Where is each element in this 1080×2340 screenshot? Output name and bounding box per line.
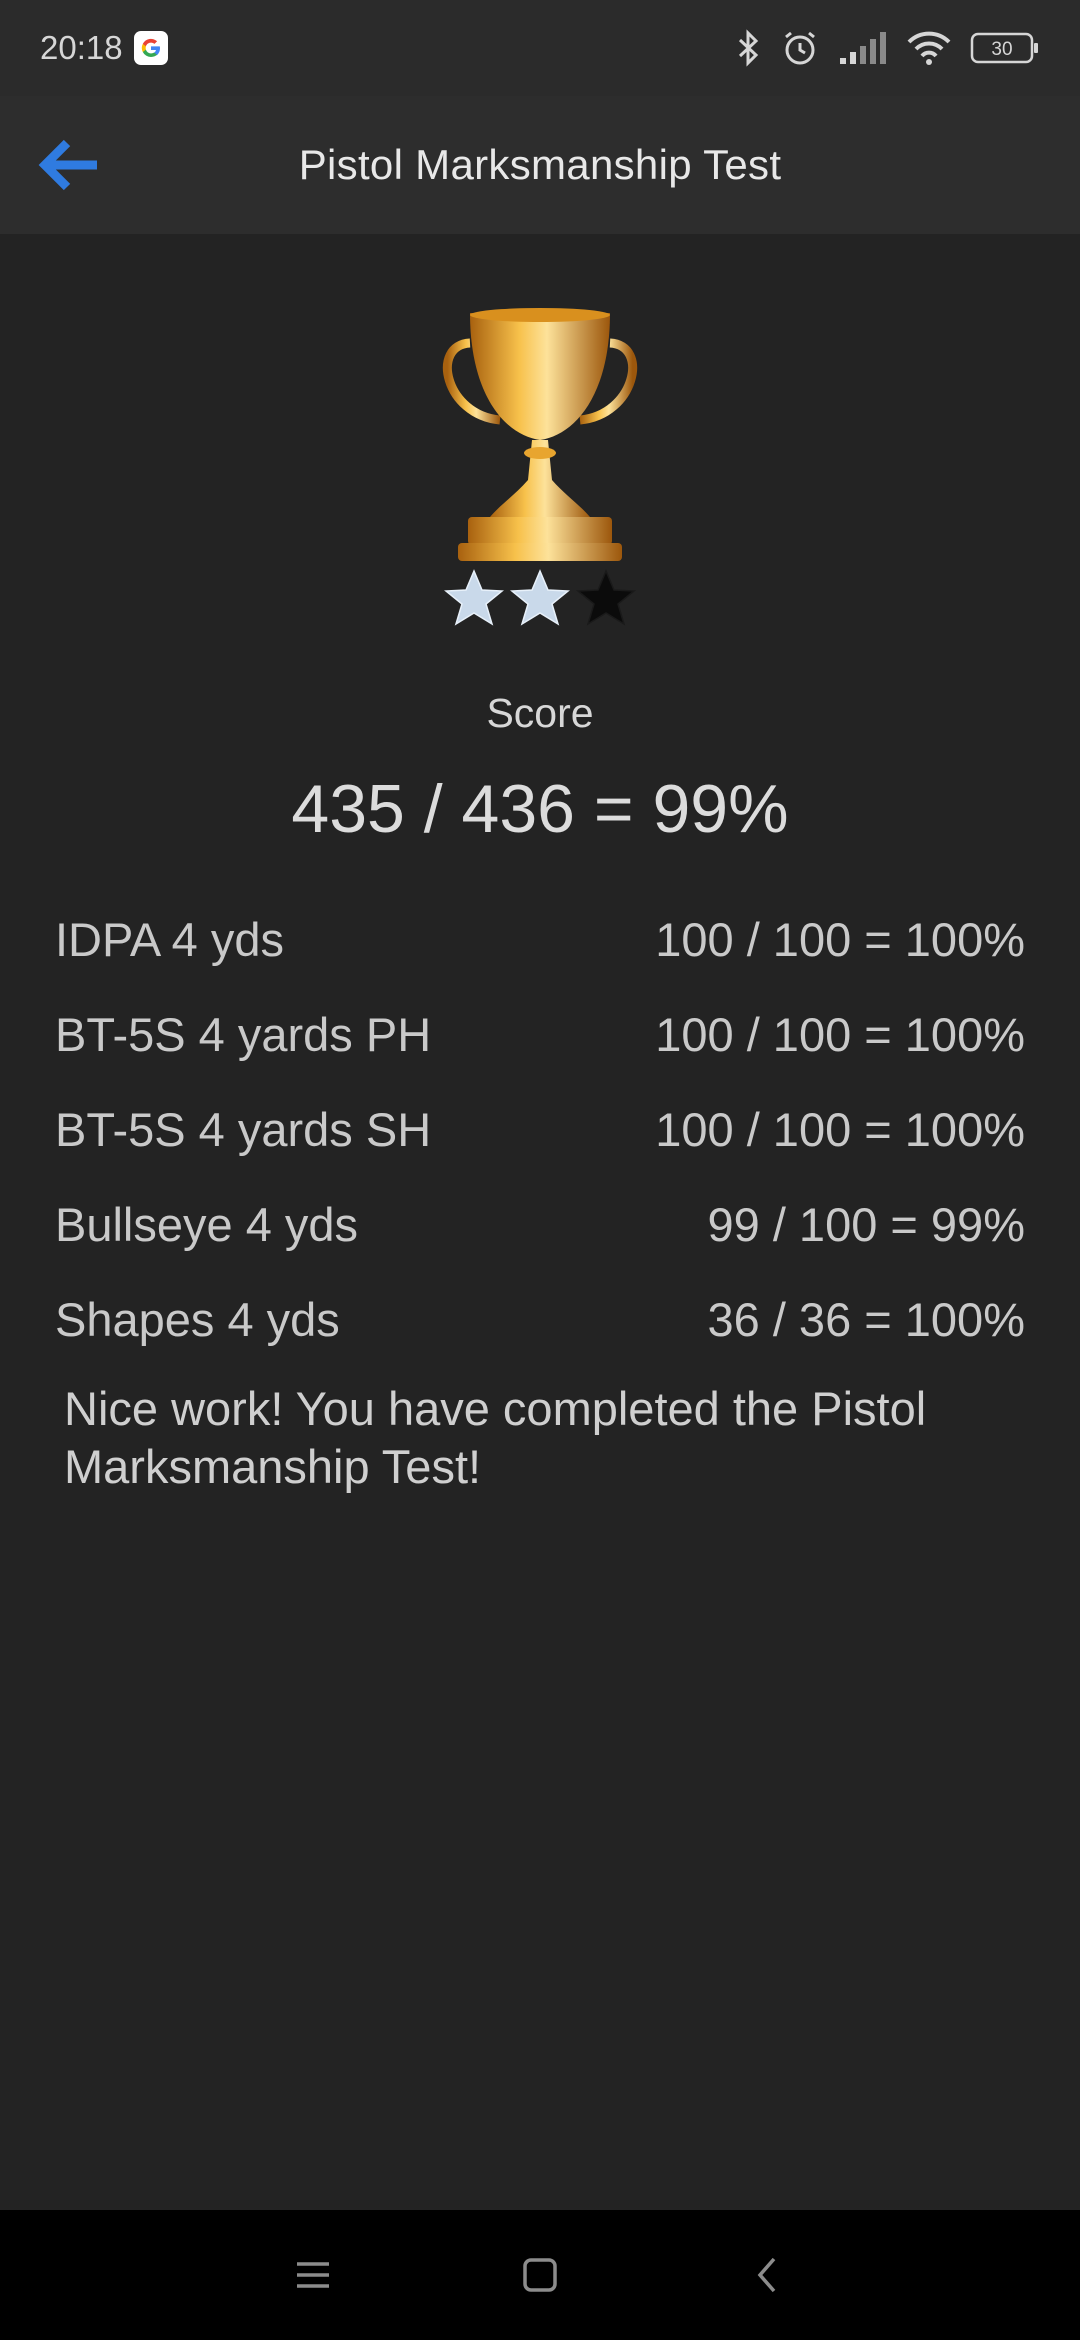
result-name: BT-5S 4 yards PH [55,1008,432,1061]
status-bar: 20:18 30 [0,0,1080,96]
result-row: BT-5S 4 yards PH 100 / 100 = 100% [55,987,1025,1082]
home-icon [523,2258,557,2292]
battery-icon: 30 [970,32,1038,64]
google-icon [133,31,168,65]
result-score: 100 / 100 = 100% [655,1008,1025,1061]
star-empty-icon [576,569,636,626]
star-filled-icon [444,569,504,626]
result-score: 99 / 100 = 99% [707,1198,1025,1251]
trophy-icon [442,308,638,561]
app-bar: Pistol Marksmanship Test [0,96,1080,234]
menu-button[interactable] [273,2235,353,2315]
result-score: 36 / 36 = 100% [707,1293,1025,1346]
result-name: Shapes 4 yds [55,1293,340,1346]
result-score: 100 / 100 = 100% [655,913,1025,966]
result-name: BT-5S 4 yards SH [55,1103,432,1156]
result-row: Bullseye 4 yds 99 / 100 = 99% [55,1177,1025,1272]
alarm-icon [785,31,815,65]
result-row: IDPA 4 yds 100 / 100 = 100% [55,892,1025,987]
page-title: Pistol Marksmanship Test [298,141,782,188]
status-icons: 30 [736,28,1040,68]
home-button[interactable] [500,2235,580,2315]
result-name: Bullseye 4 yds [55,1198,359,1251]
result-row: BT-5S 4 yards SH 100 / 100 = 100% [55,1082,1025,1177]
back-button[interactable] [30,126,108,204]
result-name: IDPA 4 yds [55,913,285,966]
system-nav-bar [0,2210,1080,2340]
menu-icon [297,2262,330,2288]
nav-back-button[interactable] [727,2235,807,2315]
score-label: Score [486,690,594,736]
result-score: 100 / 100 = 100% [655,1103,1025,1156]
battery-level: 30 [991,39,1012,60]
bluetooth-icon [738,29,759,67]
score-total: 435 / 436 = 99% [291,771,789,847]
back-icon [757,2257,775,2293]
wifi-icon [907,31,951,65]
signal-icon [840,32,886,64]
result-row: Shapes 4 yds 36 / 36 = 100% [55,1272,1025,1367]
star-filled-icon [510,569,570,626]
status-time: 20:18 [40,29,123,66]
star-rating [440,568,640,634]
arrow-left-icon [38,139,97,191]
results-list: IDPA 4 yds 100 / 100 = 100% BT-5S 4 yard… [55,892,1025,1367]
completion-message: Nice work! You have completed the Pistol… [64,1382,927,1493]
